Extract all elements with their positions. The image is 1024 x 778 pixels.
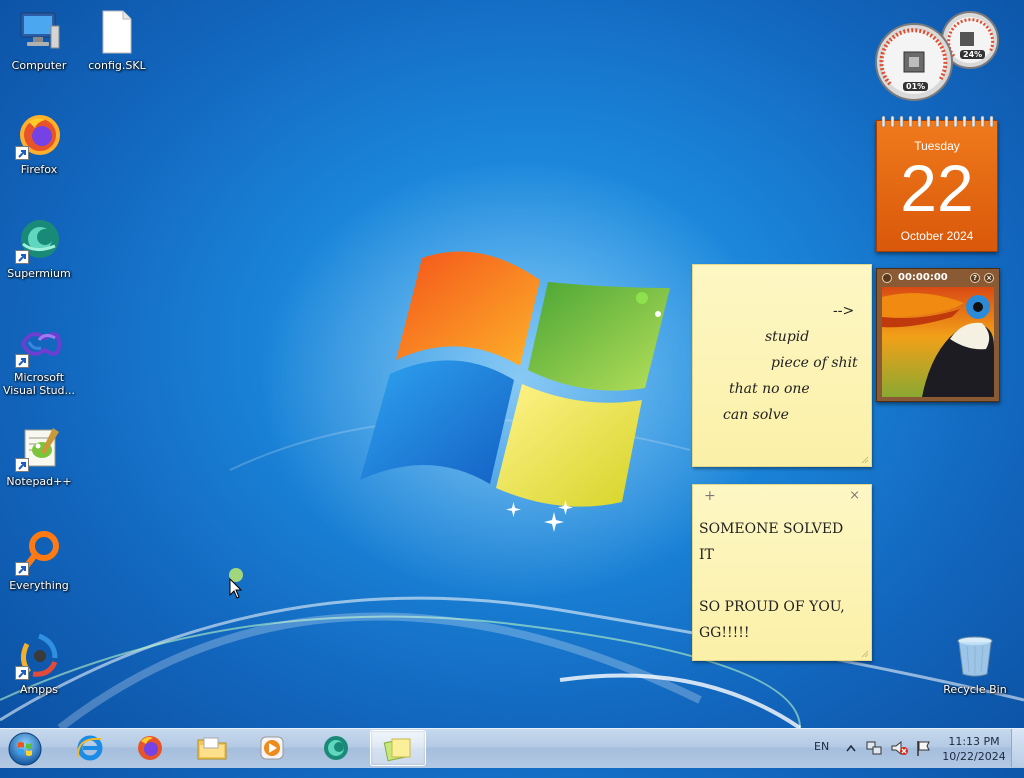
taskbar-file-explorer[interactable] — [184, 730, 240, 766]
desktop-icon-label: Recycle Bin — [943, 683, 1007, 696]
desktop-icon-label: Microsoft Visual Stud... — [2, 371, 76, 397]
desktop-icon-config-skl[interactable]: config.SKL — [78, 8, 156, 72]
clock-date: 10/22/2024 — [942, 750, 1006, 763]
shortcut-arrow-icon — [15, 562, 29, 576]
note-text-line: IT — [699, 547, 714, 563]
add-note-button[interactable]: + — [704, 488, 716, 504]
note-text-line: piece of shit — [771, 355, 858, 371]
show-desktop-button[interactable] — [1011, 729, 1024, 767]
ampps-icon — [15, 632, 63, 680]
note-text-line: SOMEONE SOLVED — [699, 521, 844, 537]
media-player-icon — [260, 736, 284, 760]
cpu-meter-gadget[interactable]: 01% 24% — [874, 8, 1002, 104]
desktop-icon-firefox[interactable]: Firefox — [0, 112, 78, 176]
desktop-icon-everything[interactable]: Everything — [0, 528, 78, 592]
desktop-icon-notepadpp[interactable]: Notepad++ — [0, 424, 78, 488]
shortcut-arrow-icon — [15, 666, 29, 680]
desktop[interactable]: Computer config.SKL Firefox Supermium Mi… — [0, 0, 1024, 728]
desktop-icon-label: Supermium — [7, 267, 71, 280]
calendar-gadget[interactable]: Tuesday 22 October 2024 — [876, 116, 998, 252]
note-text-line: GG!!!!! — [699, 625, 750, 641]
file-icon — [93, 8, 141, 56]
note-text-line: SO PROUD OF YOU, — [699, 599, 845, 615]
taskbar: EN 11:13 PM 10/22/2024 — [0, 728, 1024, 768]
help-icon[interactable]: ? — [970, 273, 980, 283]
shortcut-arrow-icon — [15, 354, 29, 368]
slideshow-gadget[interactable]: 00:00:00 ? × — [876, 268, 1000, 402]
desktop-icon-label: Everything — [9, 579, 69, 592]
sticky-notes-icon — [383, 738, 411, 762]
slideshow-toolbar: 00:00:00 ? × — [880, 271, 996, 285]
clock-time: 11:13 PM — [948, 735, 1000, 748]
calendar-month-year: October 2024 — [900, 229, 974, 243]
desktop-icon-computer[interactable]: Computer — [0, 8, 78, 72]
taskbar-firefox[interactable] — [122, 730, 178, 766]
visual-studio-icon — [15, 320, 63, 368]
internet-explorer-icon — [76, 735, 103, 761]
desktop-icon-supermium[interactable]: Supermium — [0, 216, 78, 280]
close-icon[interactable]: × — [984, 273, 994, 283]
windows-start-orb — [8, 732, 42, 766]
taskbar-sticky-notes[interactable] — [370, 730, 426, 766]
cpu-usage-label: 01% — [903, 82, 929, 91]
note-text-line: can solve — [723, 407, 789, 423]
notepadpp-icon — [15, 424, 63, 472]
close-note-button[interactable]: × — [849, 488, 860, 503]
desktop-icon-label: Notepad++ — [6, 475, 72, 488]
note-text-line: --> — [833, 303, 855, 319]
system-clock[interactable]: 11:13 PM 10/22/2024 — [938, 734, 1010, 764]
desktop-icon-visual-studio[interactable]: Microsoft Visual Stud... — [0, 320, 78, 397]
show-hidden-icons-icon[interactable] — [846, 744, 856, 752]
file-explorer-icon — [197, 737, 227, 760]
language-indicator[interactable]: EN — [814, 740, 829, 778]
action-center-flag-icon[interactable] — [915, 739, 931, 757]
resize-grip-icon[interactable] — [861, 650, 869, 658]
recycle-bin-icon — [951, 632, 999, 680]
taskbar-internet-explorer[interactable] — [62, 730, 118, 766]
sticky-note-2[interactable]: + × SOMEONE SOLVED IT SO PROUD OF YOU, G… — [692, 484, 872, 661]
calendar-day-number: 22 — [900, 151, 974, 225]
slideshow-play-icon[interactable] — [882, 273, 892, 283]
desktop-icon-ampps[interactable]: Ampps — [0, 632, 78, 696]
slideshow-photo-toucan — [882, 287, 994, 397]
supermium-icon — [324, 736, 348, 760]
everything-icon — [15, 528, 63, 576]
desktop-icon-label: Computer — [11, 59, 67, 72]
shortcut-arrow-icon — [15, 250, 29, 264]
calendar-rings — [881, 116, 994, 128]
desktop-icon-label: Ampps — [20, 683, 58, 696]
desktop-icon-label: config.SKL — [88, 59, 146, 72]
note-text-line: that no one — [729, 381, 810, 397]
taskbar-media-player[interactable] — [244, 730, 300, 766]
memory-usage-label: 24% — [960, 50, 986, 59]
taskbar-supermium[interactable] — [308, 730, 364, 766]
resize-grip-icon[interactable] — [861, 456, 869, 464]
desktop-icon-recycle-bin[interactable]: Recycle Bin — [936, 632, 1014, 696]
firefox-icon — [15, 112, 63, 160]
slideshow-timer: 00:00:00 — [898, 272, 948, 283]
volume-muted-icon[interactable] — [891, 740, 909, 756]
mouse-cursor-icon — [229, 578, 243, 599]
shortcut-arrow-icon — [15, 146, 29, 160]
desktop-icon-label: Firefox — [20, 163, 58, 176]
note-text-line: stupid — [765, 329, 810, 345]
firefox-icon — [138, 736, 162, 760]
start-button[interactable] — [6, 730, 44, 768]
shortcut-arrow-icon — [15, 458, 29, 472]
supermium-icon — [15, 216, 63, 264]
sticky-note-1[interactable]: --> stupid piece of shit that no one can… — [692, 264, 872, 467]
computer-icon — [15, 8, 63, 56]
network-icon[interactable] — [866, 740, 882, 756]
